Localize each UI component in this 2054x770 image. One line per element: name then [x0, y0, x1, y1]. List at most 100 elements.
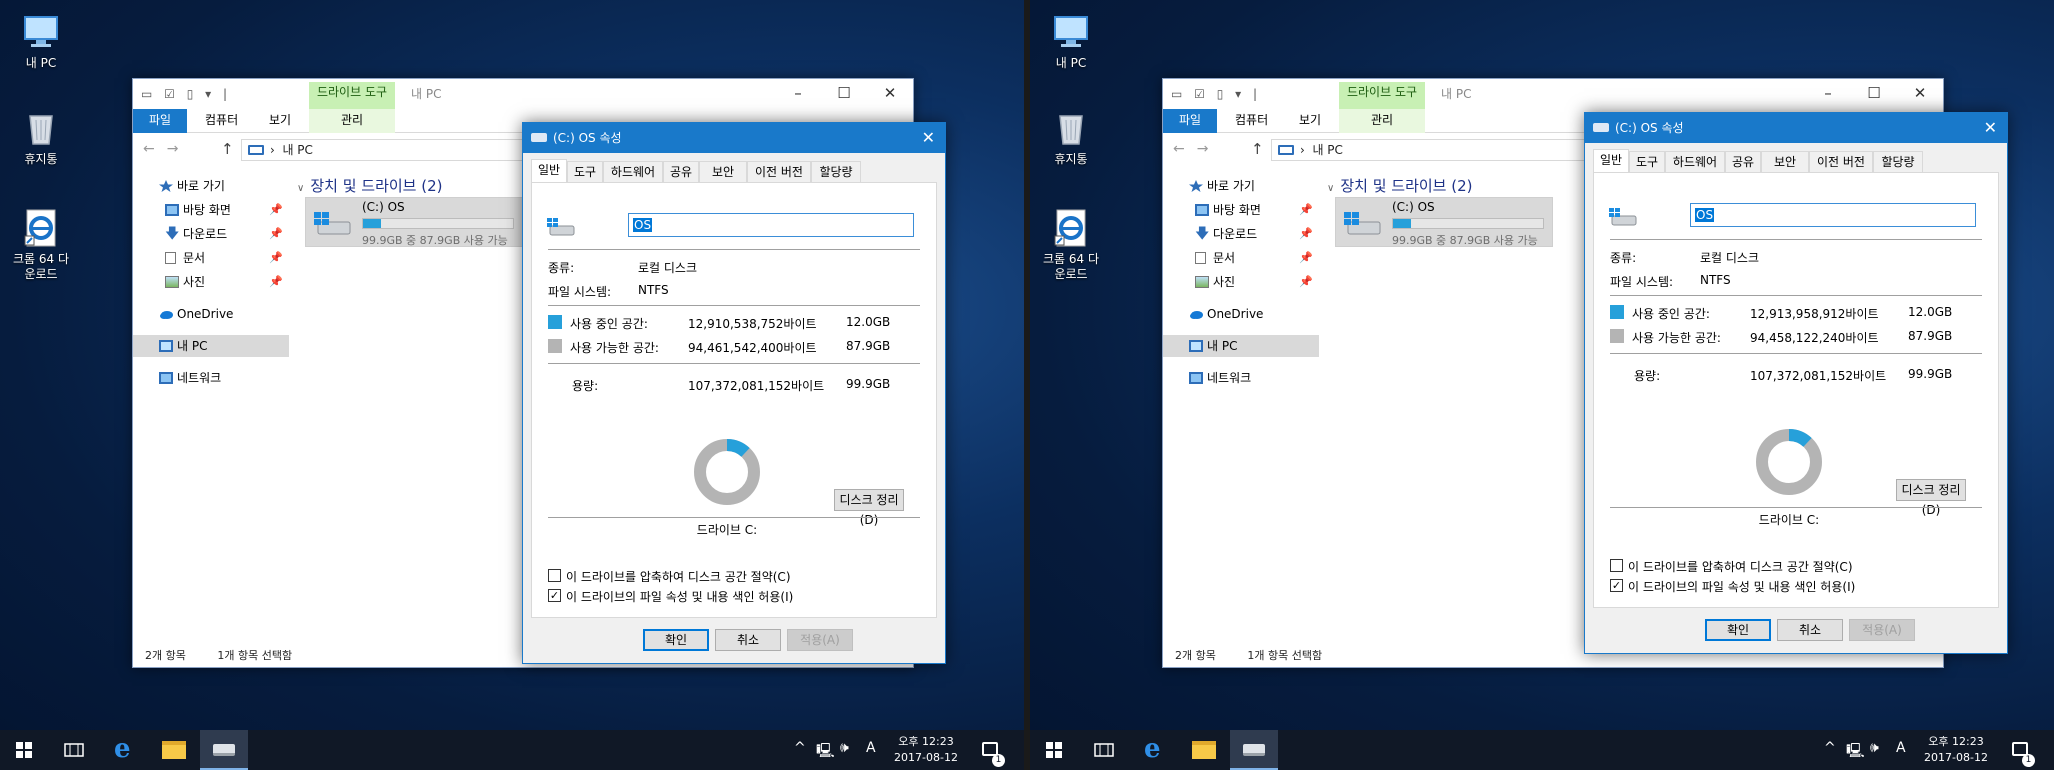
show-hidden-icons-chevron-icon[interactable]: ^ — [1824, 740, 1836, 756]
maximize-button[interactable]: ☐ — [821, 79, 867, 109]
pin-icon[interactable]: 📌 — [1299, 271, 1313, 293]
tab-previous-versions[interactable]: 이전 버전 — [1809, 151, 1873, 173]
index-checkbox[interactable]: ✓ — [548, 589, 561, 602]
up-arrow-icon[interactable]: ↑ — [1251, 140, 1264, 158]
qat-icons[interactable]: ▭ ☑ ▯ ▾ | — [141, 87, 231, 101]
task-view-button[interactable] — [1080, 730, 1128, 770]
dialog-close-button[interactable]: ✕ — [1984, 113, 1997, 143]
cancel-button[interactable]: 취소 — [1777, 619, 1843, 641]
tab-tools[interactable]: 도구 — [567, 161, 603, 183]
maximize-button[interactable]: ☐ — [1851, 79, 1897, 109]
nav-this-pc[interactable]: 내 PC — [1163, 335, 1319, 357]
close-button[interactable]: ✕ — [867, 79, 913, 109]
index-checkbox[interactable]: ✓ — [1610, 579, 1623, 592]
apply-button[interactable]: 적용(A) — [787, 629, 853, 651]
nav-quick-access[interactable]: 바로 가기 — [1163, 175, 1319, 197]
drive-name-input[interactable]: OS — [1690, 203, 1976, 227]
back-forward-icons[interactable]: ←→ — [143, 141, 190, 157]
nav-network[interactable]: 네트워크 — [133, 367, 289, 389]
nav-desktop[interactable]: 바탕 화면 📌 — [1163, 199, 1319, 221]
devices-group-header[interactable]: ∨ 장치 및 드라이브 (2) — [297, 175, 442, 196]
tab-hardware[interactable]: 하드웨어 — [603, 161, 663, 183]
ime-indicator[interactable]: A — [866, 740, 876, 756]
show-hidden-icons-chevron-icon[interactable]: ^ — [794, 740, 806, 756]
pin-icon[interactable]: 📌 — [269, 247, 283, 269]
drive-name-input[interactable]: OS — [628, 213, 914, 237]
close-button[interactable]: ✕ — [1897, 79, 1943, 109]
pin-icon[interactable]: 📌 — [1299, 247, 1313, 269]
file-explorer-taskbar-button[interactable] — [1180, 730, 1228, 770]
nav-downloads[interactable]: 🡇 다운로드 📌 — [133, 223, 289, 245]
nav-onedrive[interactable]: OneDrive — [133, 303, 289, 325]
pin-icon[interactable]: 📌 — [269, 223, 283, 245]
tab-computer[interactable]: 컴퓨터 — [193, 109, 250, 133]
pin-icon[interactable]: 📌 — [1299, 223, 1313, 245]
dialog-title-bar[interactable]: (C:) OS 속성 ✕ — [523, 123, 945, 153]
nav-network[interactable]: 네트워크 — [1163, 367, 1319, 389]
qat-icons[interactable]: ▭ ☑ ▯ ▾ | — [1171, 87, 1261, 101]
desktop-icon-this-pc[interactable]: 내 PC — [10, 12, 72, 71]
desktop-icon-download-shortcut[interactable]: 크롬 64 다운로드 — [1040, 208, 1102, 282]
ime-indicator[interactable]: A — [1896, 740, 1906, 756]
tab-hardware[interactable]: 하드웨어 — [1665, 151, 1725, 173]
drive-c-tile[interactable]: (C:) OS 99.9GB 중 87.9GB 사용 가능 — [1335, 197, 1553, 247]
desktop-icon-recycle-bin[interactable]: 휴지통 — [10, 108, 72, 167]
minimize-button[interactable]: – — [1805, 79, 1851, 109]
tab-manage[interactable]: 관리 — [1339, 109, 1425, 133]
nav-pictures[interactable]: 사진 📌 — [133, 271, 289, 293]
tab-security[interactable]: 보안 — [1761, 151, 1809, 173]
tab-quota[interactable]: 할당량 — [1873, 151, 1923, 173]
tab-view[interactable]: 보기 — [257, 109, 303, 133]
file-explorer-taskbar-button[interactable] — [150, 730, 198, 770]
tab-general[interactable]: 일반 — [1593, 149, 1629, 173]
tab-quota[interactable]: 할당량 — [811, 161, 861, 183]
start-button[interactable] — [0, 730, 48, 770]
drive-properties-taskbar-button[interactable] — [200, 730, 248, 770]
compress-checkbox[interactable] — [1610, 559, 1623, 572]
tab-manage[interactable]: 관리 — [309, 109, 395, 133]
edge-taskbar-button[interactable]: e — [100, 730, 148, 770]
ok-button[interactable]: 확인 — [643, 629, 709, 651]
nav-quick-access[interactable]: 바로 가기 — [133, 175, 289, 197]
pin-icon[interactable]: 📌 — [1299, 199, 1313, 221]
nav-documents[interactable]: 문서 📌 — [133, 247, 289, 269]
drive-properties-taskbar-button[interactable] — [1230, 730, 1278, 770]
start-button[interactable] — [1030, 730, 1078, 770]
ok-button[interactable]: 확인 — [1705, 619, 1771, 641]
clock[interactable]: 오후 12:23 2017-08-12 — [1916, 734, 1996, 766]
pin-icon[interactable]: 📌 — [269, 199, 283, 221]
tab-file[interactable]: 파일 — [133, 109, 187, 133]
nav-downloads[interactable]: 🡇 다운로드 📌 — [1163, 223, 1319, 245]
devices-group-header[interactable]: ∨ 장치 및 드라이브 (2) — [1327, 175, 1472, 196]
desktop-icon-download-shortcut[interactable]: 크롬 64 다운로드 — [10, 208, 72, 282]
tab-security[interactable]: 보안 — [699, 161, 747, 183]
network-tray-icon[interactable]: 🖳 — [1846, 740, 1865, 764]
disk-cleanup-button[interactable]: 디스크 정리(D) — [1896, 479, 1966, 517]
back-forward-icons[interactable]: ←→ — [1173, 141, 1220, 157]
tab-computer[interactable]: 컴퓨터 — [1223, 109, 1280, 133]
tab-view[interactable]: 보기 — [1287, 109, 1333, 133]
desktop-icon-recycle-bin[interactable]: 휴지통 — [1040, 108, 1102, 167]
minimize-button[interactable]: – — [775, 79, 821, 109]
tab-tools[interactable]: 도구 — [1629, 151, 1665, 173]
tab-sharing[interactable]: 공유 — [663, 161, 699, 183]
context-tab-drive-tools[interactable]: 드라이브 도구 — [1339, 82, 1425, 109]
dialog-close-button[interactable]: ✕ — [922, 123, 935, 153]
drive-c-tile[interactable]: (C:) OS 99.9GB 중 87.9GB 사용 가능 — [305, 197, 523, 247]
nav-this-pc[interactable]: 내 PC — [133, 335, 289, 357]
context-tab-drive-tools[interactable]: 드라이브 도구 — [309, 82, 395, 109]
volume-icon[interactable]: 🕪 — [1870, 740, 1879, 756]
desktop-icon-this-pc[interactable]: 내 PC — [1040, 12, 1102, 71]
compress-checkbox[interactable] — [548, 569, 561, 582]
task-view-button[interactable] — [50, 730, 98, 770]
volume-icon[interactable]: 🕪 — [840, 740, 849, 756]
tab-file[interactable]: 파일 — [1163, 109, 1217, 133]
tab-general[interactable]: 일반 — [531, 159, 567, 183]
apply-button[interactable]: 적용(A) — [1849, 619, 1915, 641]
network-tray-icon[interactable]: 🖳 — [816, 740, 835, 764]
pin-icon[interactable]: 📌 — [269, 271, 283, 293]
tab-sharing[interactable]: 공유 — [1725, 151, 1761, 173]
disk-cleanup-button[interactable]: 디스크 정리(D) — [834, 489, 904, 527]
clock[interactable]: 오후 12:23 2017-08-12 — [886, 734, 966, 766]
edge-taskbar-button[interactable]: e — [1130, 730, 1178, 770]
